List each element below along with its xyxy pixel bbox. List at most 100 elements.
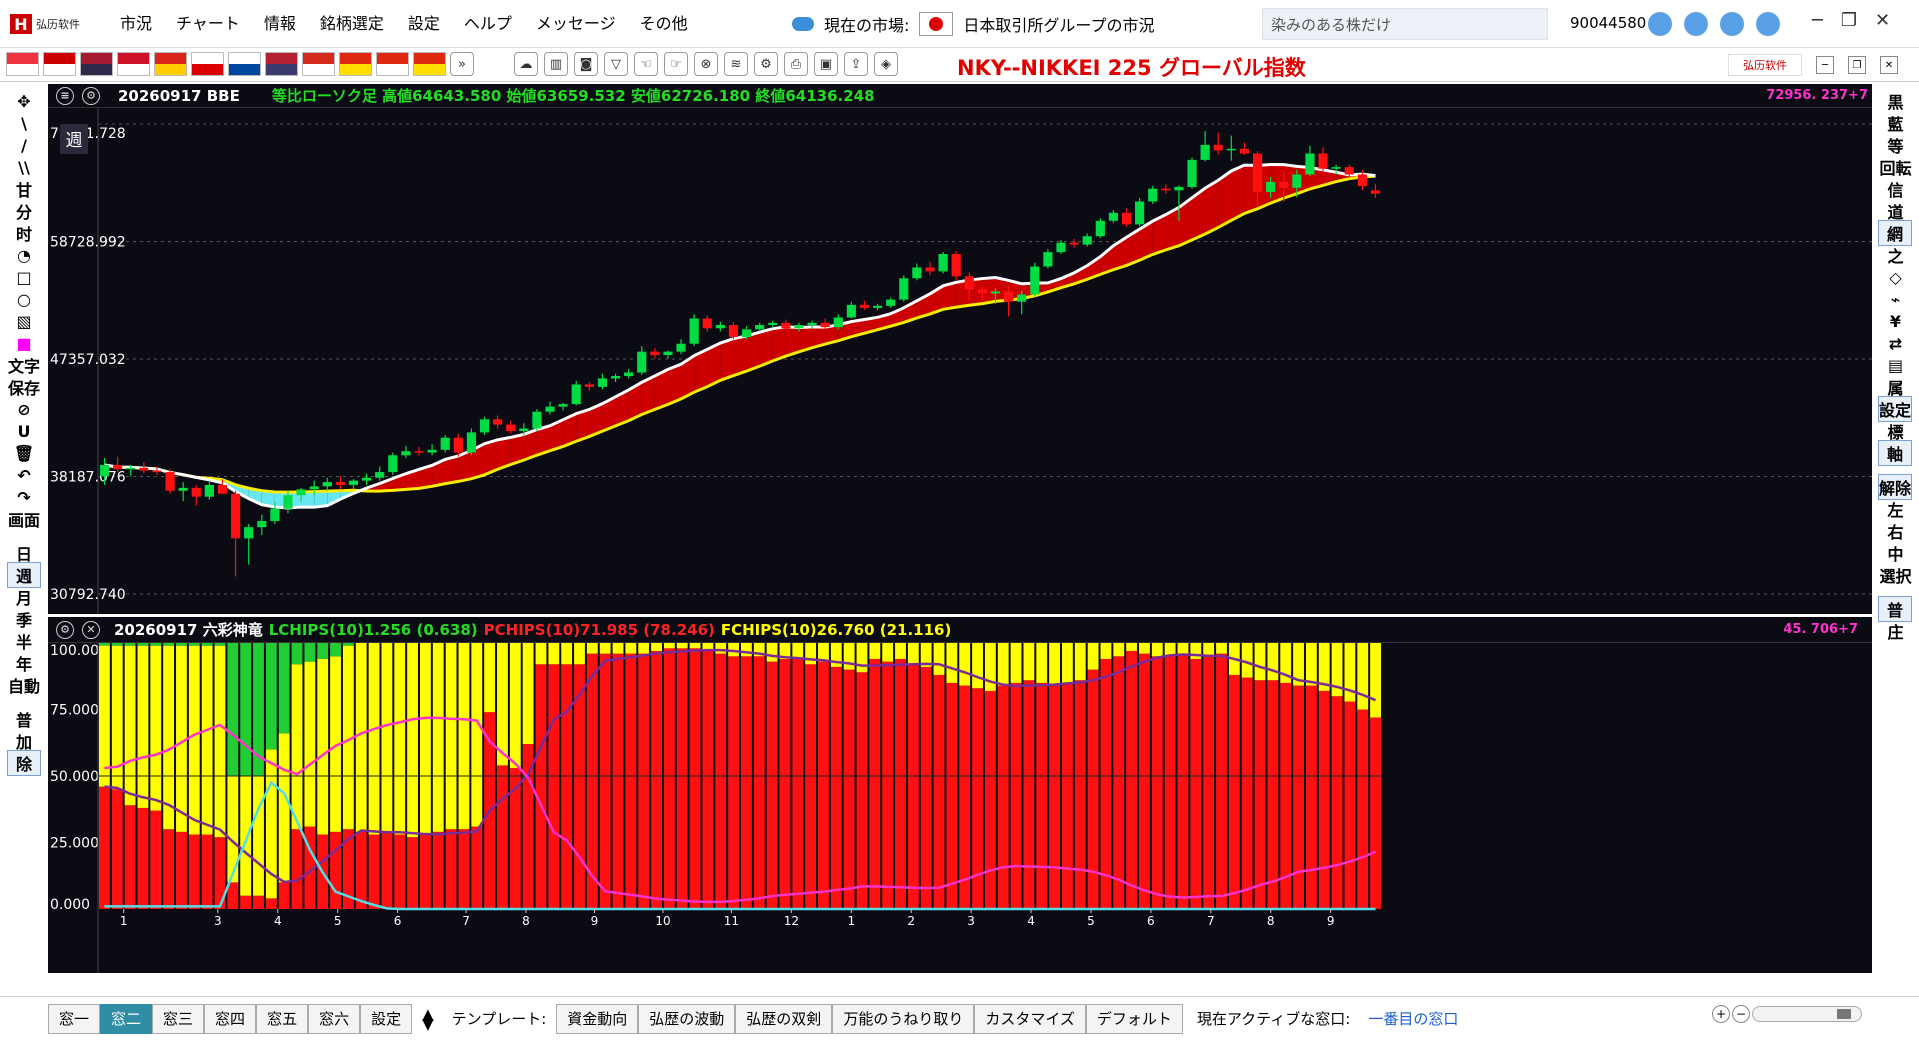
restore-icon[interactable]: ❐ xyxy=(1841,10,1857,31)
horizontal-scrollbar[interactable] xyxy=(1752,1006,1862,1022)
camera-icon[interactable]: ◙ xyxy=(574,52,598,76)
template-tab-2[interactable]: 弘歴の双剣 xyxy=(735,1003,833,1034)
pchips-bar xyxy=(1190,658,1202,909)
chips-stacked-bar-chart[interactable]: 100.00075.00050.00025.0000.0001 3 4 5 6 7 8 9 10… xyxy=(48,643,1872,973)
candle-body xyxy=(1357,174,1367,187)
japan-flag-icon[interactable] xyxy=(919,12,954,36)
window-tab-2[interactable]: 窓三 xyxy=(152,1003,205,1034)
fchips-bar xyxy=(1267,643,1279,681)
settings-circle-icon[interactable] xyxy=(1756,12,1780,36)
menu-item-0[interactable]: 市況 xyxy=(108,0,164,48)
tool-icon[interactable] xyxy=(1720,12,1744,36)
gear-icon[interactable]: ⚙ xyxy=(56,620,74,639)
template-tab-5[interactable]: デフォルト xyxy=(1085,1003,1183,1034)
gear-icon[interactable]: ⚙ xyxy=(754,52,778,76)
menu-bar: H 弘历软件 市況 チャート 情報 銘柄選定 設定 ヘルプ メッセージ その他 現在の市場: … xyxy=(0,0,1919,48)
fchips-bar xyxy=(150,645,162,811)
fchips-bar xyxy=(458,643,470,830)
window-tab-0[interactable]: 窓一 xyxy=(48,1003,101,1034)
left-tool-26[interactable]: 自動 xyxy=(0,672,48,698)
scroll-arrows[interactable]: ▲ ▼ xyxy=(422,1006,434,1031)
price-chart-panel[interactable]: ≡ ⚙ 20260917 BBE 等比ローソク足 高値64643.580 始値6… xyxy=(48,84,1872,614)
printer-icon[interactable]: ⎙ xyxy=(784,52,808,76)
stock-search-input[interactable]: 染みのある株だけ xyxy=(1262,8,1548,40)
flag-us-icon[interactable] xyxy=(265,52,298,76)
menu-item-6[interactable]: メッセージ xyxy=(524,0,628,48)
cloud-download-icon[interactable] xyxy=(792,17,814,31)
hand-right-icon[interactable]: ☞ xyxy=(664,52,688,76)
panel-close-icon[interactable]: ✕ xyxy=(1880,56,1898,74)
menu-icon[interactable]: ≡ xyxy=(56,86,74,105)
flag-sg-icon[interactable] xyxy=(6,52,39,76)
filter-icon[interactable]: ▽ xyxy=(604,52,628,76)
menu-item-1[interactable]: チャート xyxy=(164,0,252,48)
window-tab-3[interactable]: 窓四 xyxy=(204,1003,257,1034)
window-tab-5[interactable]: 窓六 xyxy=(308,1003,361,1034)
menu-item-3[interactable]: 銘柄選定 xyxy=(308,0,396,48)
close-icon[interactable]: ✕ xyxy=(1875,10,1890,31)
pchips-bar xyxy=(278,882,290,909)
menu-item-5[interactable]: ヘルプ xyxy=(452,0,524,48)
window-tab-1[interactable]: 窓二 xyxy=(100,1003,153,1034)
flag-cn-icon[interactable] xyxy=(339,52,372,76)
bar-chart-icon[interactable]: ▥ xyxy=(544,52,568,76)
home-icon[interactable] xyxy=(1684,12,1708,36)
template-tab-3[interactable]: 万能のうねり取り xyxy=(832,1003,975,1034)
close-icon[interactable]: ✕ xyxy=(82,620,100,639)
flag-vn-icon[interactable] xyxy=(154,52,187,76)
layers-icon[interactable]: ◈ xyxy=(874,52,898,76)
template-tab-0[interactable]: 資金動向 xyxy=(556,1003,639,1034)
user-icon[interactable] xyxy=(1648,12,1672,36)
right-tool-16[interactable]: 軸 xyxy=(1878,440,1912,466)
fchips-bar xyxy=(163,645,175,830)
left-tool-19[interactable]: 画面 xyxy=(0,506,48,532)
cloud-icon[interactable]: ☁ xyxy=(514,52,538,76)
zoom-out-icon[interactable]: − xyxy=(1732,1005,1750,1023)
lchips-bar xyxy=(317,643,329,659)
window-tab-4[interactable]: 窓五 xyxy=(256,1003,309,1034)
flag-hk-icon[interactable] xyxy=(376,52,409,76)
template-tab-1[interactable]: 弘歴の波動 xyxy=(638,1003,736,1034)
user-id: 90044580 xyxy=(1570,14,1647,32)
pchips-bar xyxy=(240,895,252,909)
save-icon[interactable]: ▣ xyxy=(814,52,838,76)
lower-right-value: 45. 706+7 xyxy=(1783,622,1858,637)
flag-th-icon[interactable] xyxy=(80,52,113,76)
panel-restore-icon[interactable]: ❐ xyxy=(1848,56,1866,74)
pchips-bar xyxy=(663,648,675,909)
candlestick-chart[interactable]: 72831.72858728.99247357.03238187.0763079… xyxy=(48,108,1872,614)
flags-next-icon[interactable]: » xyxy=(450,52,474,76)
menu-item-7[interactable]: その他 xyxy=(628,0,700,48)
menu-item-4[interactable]: 設定 xyxy=(396,0,452,48)
left-tool-29[interactable]: 除 xyxy=(7,750,41,776)
hand-left-icon[interactable]: ☜ xyxy=(634,52,658,76)
window-tab-6[interactable]: 設定 xyxy=(360,1003,413,1034)
gear-icon[interactable]: ⚙ xyxy=(82,86,100,105)
wifi-icon[interactable]: ≋ xyxy=(724,52,748,76)
flag-jp-icon[interactable] xyxy=(191,52,224,76)
panel-min-icon[interactable]: ─ xyxy=(1816,56,1834,74)
candle-body xyxy=(1043,252,1053,267)
flag-cn2-icon[interactable] xyxy=(413,52,446,76)
minimize-icon[interactable]: ─ xyxy=(1812,10,1823,31)
pchips-bar xyxy=(201,834,213,909)
chips-indicator-panel[interactable]: ⚙ ✕ 20260917 六彩神竜 LCHIPS(10)1.256 (0.638… xyxy=(48,617,1872,973)
flag-id-icon[interactable] xyxy=(117,52,150,76)
cancel-icon[interactable]: ⊗ xyxy=(694,52,718,76)
fchips-bar xyxy=(471,643,483,827)
pchips-bar xyxy=(676,648,688,909)
left-drawing-toolbar: ✥ \ / \\ 甘分时 ◔ □ ○ ▧ ■ 文字 保存 ⊘ U 🗑 ↶ ↷ 画面日週月季半年自動普加除 xyxy=(0,84,48,994)
pchips-bar xyxy=(548,664,560,909)
app-logo: H 弘历软件 xyxy=(10,12,88,36)
flag-kr-icon[interactable] xyxy=(228,52,261,76)
export-icon[interactable]: ⇪ xyxy=(844,52,868,76)
period-badge[interactable]: 週 xyxy=(66,131,83,151)
zoom-in-icon[interactable]: + xyxy=(1712,1005,1730,1023)
flag-ca-icon[interactable] xyxy=(302,52,335,76)
flag-my-icon[interactable] xyxy=(43,52,76,76)
right-tool-23[interactable]: 庄 xyxy=(1872,618,1919,644)
fchips-bar xyxy=(946,643,958,683)
menu-item-2[interactable]: 情報 xyxy=(252,0,308,48)
right-tool-21[interactable]: 選択 xyxy=(1872,562,1919,588)
template-tab-4[interactable]: カスタマイズ xyxy=(974,1003,1086,1034)
